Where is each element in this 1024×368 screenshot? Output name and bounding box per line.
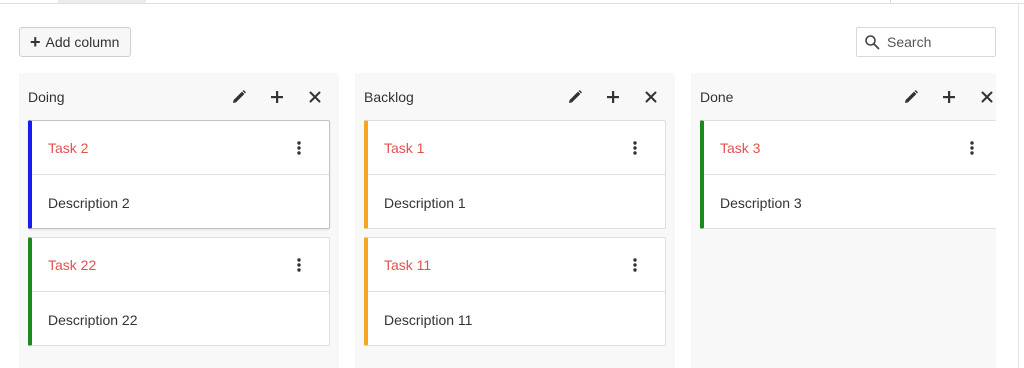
- task-card[interactable]: Task 22 Description 22: [28, 237, 330, 346]
- search-box[interactable]: [856, 27, 996, 57]
- card-description: Description 22: [48, 312, 138, 328]
- more-vertical-icon[interactable]: [627, 256, 643, 274]
- add-column-label: Add column: [45, 34, 120, 50]
- card-header: Task 1: [368, 121, 665, 175]
- card-header: Task 2: [32, 121, 329, 175]
- search-input[interactable]: [887, 34, 987, 50]
- card-title[interactable]: Task 1: [384, 140, 424, 156]
- column-backlog: Backlog Task 1 Description 1 Task 11 Des…: [355, 73, 675, 368]
- card-description: Description 1: [384, 195, 466, 211]
- add-column-button[interactable]: + Add column: [19, 27, 131, 57]
- column-title: Doing: [28, 89, 65, 105]
- column-title: Done: [700, 89, 734, 105]
- close-icon[interactable]: [641, 87, 661, 107]
- edit-icon[interactable]: [901, 87, 921, 107]
- top-tab-strip: [0, 0, 1024, 4]
- card-title[interactable]: Task 11: [384, 257, 431, 273]
- column-title: Backlog: [364, 89, 414, 105]
- edit-icon[interactable]: [565, 87, 585, 107]
- task-card[interactable]: Task 1 Description 1: [364, 120, 666, 229]
- card-title[interactable]: Task 3: [720, 140, 760, 156]
- more-vertical-icon[interactable]: [627, 139, 643, 157]
- edit-icon[interactable]: [229, 87, 249, 107]
- more-vertical-icon[interactable]: [291, 256, 307, 274]
- scrollbar-edge: [1018, 4, 1019, 368]
- plus-icon: +: [30, 32, 41, 52]
- column-doing: Doing Task 2 Description 2 Task 22 Descr…: [19, 73, 339, 368]
- task-card[interactable]: Task 3 Description 3: [700, 120, 996, 229]
- card-description: Description 3: [720, 195, 802, 211]
- task-card[interactable]: Task 11 Description 11: [364, 237, 666, 346]
- card-description: Description 2: [48, 195, 130, 211]
- add-card-icon[interactable]: [603, 87, 623, 107]
- close-icon[interactable]: [305, 87, 325, 107]
- card-header: Task 3: [704, 121, 996, 175]
- active-tab-indicator[interactable]: [58, 0, 146, 3]
- card-title[interactable]: Task 2: [48, 140, 88, 156]
- card-header: Task 22: [32, 238, 329, 292]
- more-vertical-icon[interactable]: [964, 139, 980, 157]
- more-vertical-icon[interactable]: [291, 139, 307, 157]
- card-description: Description 11: [384, 312, 473, 328]
- search-icon: [857, 28, 887, 56]
- task-card[interactable]: Task 2 Description 2: [28, 120, 330, 229]
- card-title[interactable]: Task 22: [48, 257, 96, 273]
- add-card-icon[interactable]: [939, 87, 959, 107]
- add-card-icon[interactable]: [267, 87, 287, 107]
- column-done: Done Task 3 Description 3: [691, 73, 996, 368]
- card-header: Task 11: [368, 238, 665, 292]
- tab-separator: [890, 0, 891, 3]
- close-icon[interactable]: [977, 87, 997, 107]
